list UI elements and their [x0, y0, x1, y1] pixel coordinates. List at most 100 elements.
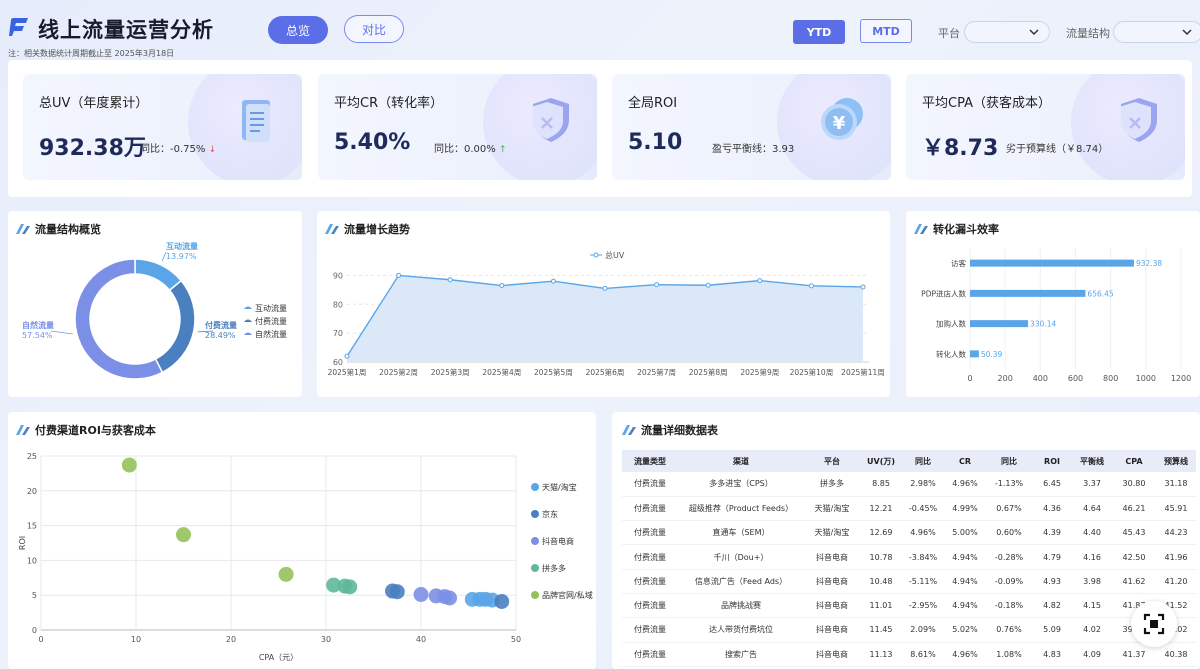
table-cell: 3.37: [1072, 472, 1112, 497]
column-header[interactable]: 平衡线: [1072, 450, 1112, 472]
legend-marker: [531, 483, 539, 491]
funnel-bar: [970, 259, 1134, 267]
kpi-value: 5.40%: [334, 130, 411, 155]
y-tick-label: 60: [333, 358, 343, 367]
card-title: 流量详细数据表: [622, 422, 718, 438]
table-row[interactable]: 付费流量 搜索广告 抖音电商 11.13 8.61% 4.96% 1.08% 4.83 4.09…: [622, 642, 1196, 667]
kpi-sub: 同比：-0.75% ↓: [140, 140, 216, 155]
column-header[interactable]: 同比: [986, 450, 1032, 472]
table-cell: 4.96%: [944, 642, 986, 667]
scan-icon: [1143, 613, 1165, 635]
legend-label: 付费流量: [255, 316, 287, 326]
table-row[interactable]: 付费流量 达人带货付费坑位 抖音电商 11.45 2.09% 5.02% 0.76% 5.09…: [622, 617, 1196, 643]
table-cell: 品牌挑战赛: [678, 593, 804, 619]
x-tick-label: 2025第2周: [379, 367, 418, 377]
traffic-structure-select[interactable]: [1113, 21, 1200, 43]
table-row[interactable]: 付费流量 品牌挑战赛 抖音电商 11.01 -2.95% 4.94% -0.18% 4.82 4…: [622, 593, 1196, 619]
legend-marker: [244, 319, 252, 322]
donut-slice: [74, 258, 164, 380]
table-row[interactable]: 付费流量 直通车（SEM） 天猫/淘宝 12.69 4.96% 5.00% 0.60% 4.3…: [622, 520, 1196, 546]
column-header[interactable]: ROI: [1032, 450, 1072, 472]
platform-select[interactable]: [964, 21, 1050, 43]
y-tick-label: 10: [27, 556, 37, 565]
legend-label: 天猫/淘宝: [542, 482, 577, 492]
table-row[interactable]: 付费流量 超级推荐（Product Feeds） 天猫/淘宝 12.21 -0.45% 4…: [622, 496, 1196, 522]
kpi-sub: 劣于预算线（￥8.74）: [1006, 144, 1109, 155]
x-tick-label: 20: [226, 635, 236, 644]
scatter-point: [428, 588, 444, 604]
table-cell: -2.95%: [902, 593, 944, 619]
table-cell: 4.16: [1072, 544, 1112, 570]
data-point: [757, 278, 763, 284]
table-cell: 46.21: [1112, 496, 1156, 522]
table-cell: 0.76%: [986, 617, 1032, 643]
data-point: [654, 282, 660, 288]
table-cell: 付费流量: [622, 569, 678, 594]
table-cell: 搜索广告: [678, 642, 804, 667]
traffic-detail-card: 流量详细数据表 流量类型 渠道 平台 UV(万) 同比 CR 同比 ROI 平衡线 CPA 预算线 …: [612, 412, 1200, 669]
table-cell: 4.36: [1032, 496, 1072, 522]
table-cell: 4.39: [1032, 520, 1072, 546]
chevron-down-icon: [1029, 29, 1039, 36]
kpi-value: ￥8.73: [922, 136, 999, 161]
x-tick-label: 200: [998, 374, 1013, 383]
trend-chart: 60 70 80 90 2025第1周 2025第2周 2025第3周 2025第4周 2025…: [328, 250, 885, 377]
scatter-point: [413, 587, 429, 603]
table-cell: 11.13: [860, 642, 902, 667]
table-cell: 天猫/淘宝: [804, 496, 860, 522]
data-point: [550, 278, 556, 284]
scatter-point: [342, 579, 358, 595]
table-cell: 4.83: [1032, 642, 1072, 667]
svg-text:¥: ¥: [833, 113, 846, 134]
screenshot-scan-button[interactable]: [1131, 601, 1177, 647]
x-tick-label: 0: [967, 374, 972, 383]
kpi-label: 平均CPA（获客成本）: [922, 96, 1051, 111]
leader-line: [50, 330, 73, 335]
table-cell: 拼多多: [804, 472, 860, 497]
table-cell: 抖音电商: [804, 642, 860, 667]
table-cell: 4.94%: [944, 569, 986, 594]
kpi-value: 5.10: [628, 130, 683, 155]
category-label: PDP进店人数: [921, 288, 966, 298]
column-header[interactable]: CR: [944, 450, 986, 472]
conversion-funnel-card: 转化漏斗效率 0 200 400 600 800 1000 1200 访客 932.38 PDP进…: [906, 211, 1200, 397]
period-mtd-button[interactable]: MTD: [860, 19, 912, 43]
table-row[interactable]: 付费流量 多多进宝（CPS） 拼多多 8.85 2.98% 4.96% -1.13% 6.45…: [622, 472, 1196, 497]
traffic-detail-table: 流量类型 渠道 平台 UV(万) 同比 CR 同比 ROI 平衡线 CPA 预算线 付费流量 多多进宝…: [622, 450, 1196, 667]
period-ytd-button[interactable]: YTD: [793, 20, 845, 44]
platform-filter-label: 平台: [938, 27, 960, 40]
kpi-panel: 总UV（年度累计） 932.38万 同比：-0.75% ↓ 平均CR（转化率） …: [8, 60, 1192, 197]
slice-name-label: 自然流量: [22, 320, 54, 330]
column-header[interactable]: CPA: [1112, 450, 1156, 472]
table-cell: -0.09%: [986, 569, 1032, 594]
column-header[interactable]: UV(万): [860, 450, 902, 472]
legend-marker: [531, 591, 539, 599]
legend-label: 抖音电商: [542, 536, 574, 546]
table-cell: -0.45%: [902, 496, 944, 522]
table-cell: 抖音电商: [804, 544, 860, 570]
tab-compare[interactable]: 对比: [344, 15, 404, 43]
table-cell: 4.96%: [902, 520, 944, 546]
tab-overview[interactable]: 总览: [268, 16, 328, 44]
table-cell: 达人带货付费坑位: [678, 617, 804, 643]
kpi-card-avg-cpa: 平均CPA（获客成本） ￥8.73 劣于预算线（￥8.74）: [906, 74, 1185, 180]
funnel-bar: [970, 350, 979, 358]
column-header[interactable]: 渠道: [678, 450, 804, 472]
table-cell: 1.08%: [986, 642, 1032, 667]
table-cell: 天猫/淘宝: [804, 520, 860, 546]
table-cell: 30.80: [1112, 472, 1156, 497]
y-tick-label: 90: [333, 271, 343, 280]
y-axis-title: ROI: [18, 536, 27, 550]
table-cell: 4.09: [1072, 642, 1112, 667]
table-row[interactable]: 付费流量 千川（Dou+） 抖音电商 10.78 -3.84% 4.94% -0.28% 4.…: [622, 544, 1196, 570]
table-row[interactable]: 付费流量 信息流广告（Feed Ads） 抖音电商 10.48 -5.11% 4.94% -…: [622, 569, 1196, 594]
column-header[interactable]: 平台: [804, 450, 860, 472]
column-header[interactable]: 同比: [902, 450, 944, 472]
x-tick-label: 2025第4周: [482, 367, 521, 377]
bar-value-label: 932.38: [1136, 259, 1162, 268]
table-header-row: 流量类型 渠道 平台 UV(万) 同比 CR 同比 ROI 平衡线 CPA 预算线: [622, 450, 1196, 472]
column-header[interactable]: 流量类型: [622, 450, 678, 472]
column-header[interactable]: 预算线: [1156, 450, 1196, 472]
table-cell: 4.99%: [944, 496, 986, 522]
x-tick-label: 2025第8周: [689, 367, 728, 377]
